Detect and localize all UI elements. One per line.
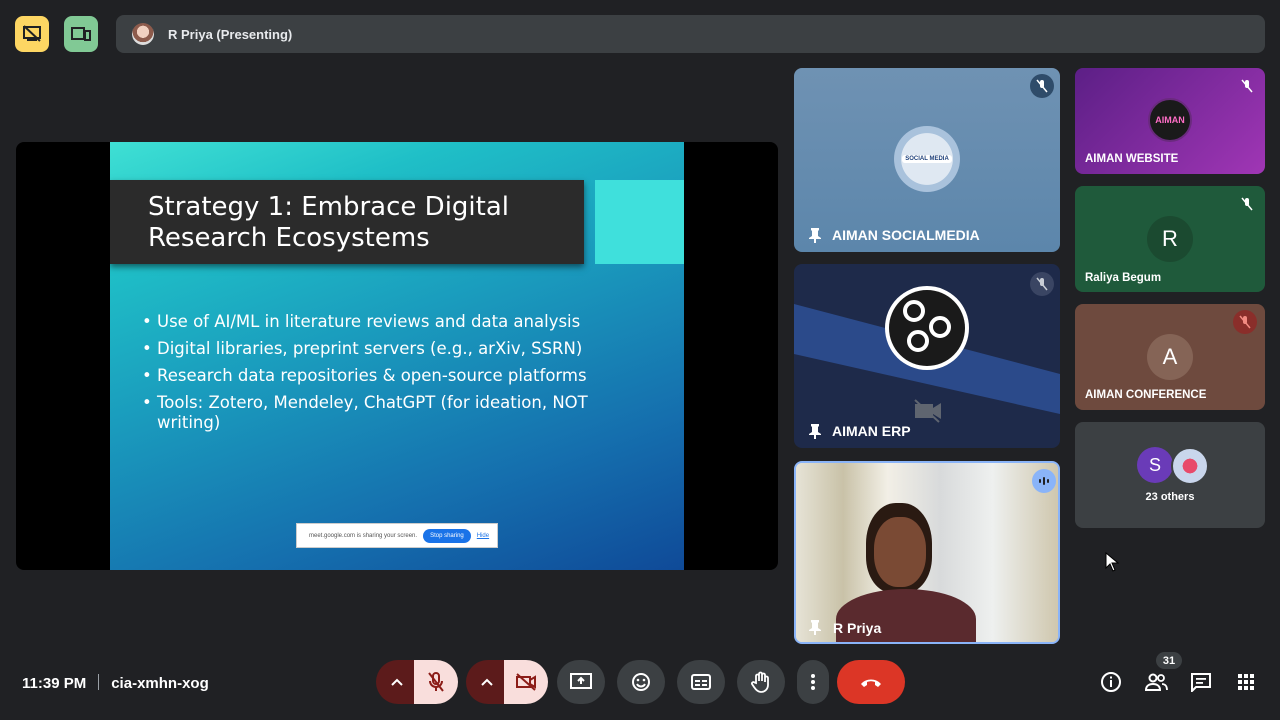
chevron-up-icon xyxy=(391,678,403,686)
mic-off-icon xyxy=(1241,79,1253,93)
participant-name: Raliya Begum xyxy=(1085,272,1162,284)
videocam-off-icon xyxy=(516,673,536,691)
chat-button[interactable] xyxy=(1189,670,1213,694)
aiman-logo: AIMAN xyxy=(1148,98,1192,142)
layout-icon xyxy=(71,27,91,41)
participant-tile-aiman-website[interactable]: AIMAN AIMAN WEBSITE xyxy=(1075,68,1265,174)
muted-indicator xyxy=(1235,74,1259,98)
divider xyxy=(98,674,100,690)
avatar: S xyxy=(1137,447,1173,483)
audio-level-icon xyxy=(1039,477,1049,485)
leave-call-button[interactable] xyxy=(837,660,905,704)
chat-icon xyxy=(1191,673,1211,692)
pin-icon xyxy=(809,228,821,243)
videocam-off-icon xyxy=(914,399,941,423)
participant-tile-raliya-begum[interactable]: R Raliya Begum xyxy=(1075,186,1265,292)
mic-off-icon xyxy=(1239,315,1251,329)
raise-hand-button[interactable] xyxy=(737,660,785,704)
participant-name: R Priya xyxy=(833,620,882,636)
people-icon xyxy=(1144,673,1168,691)
slide-title: Strategy 1: Embrace Digital Research Eco… xyxy=(148,192,509,253)
social-media-logo-text: SOCIAL MEDIA xyxy=(902,155,952,163)
slide-bullet: Digital libraries, preprint servers (e.g… xyxy=(142,339,642,359)
participant-tile-aiman-erp[interactable]: AIMAN ERP xyxy=(794,264,1060,448)
mic-off-icon xyxy=(1036,277,1048,291)
participant-tile-aiman-socialmedia[interactable]: SOCIAL MEDIA AIMAN SOCIALMEDIA xyxy=(794,68,1060,252)
avatar: R xyxy=(1147,216,1193,262)
obs-logo xyxy=(885,286,969,370)
emoji-icon xyxy=(632,673,650,691)
present-now-button[interactable] xyxy=(557,660,605,704)
hide-banner-link[interactable]: Hide xyxy=(477,533,489,539)
others-count-label: 23 others xyxy=(1145,491,1195,503)
presenter-bar: R Priya (Presenting) xyxy=(116,15,1265,53)
presenter-label: R Priya (Presenting) xyxy=(168,26,293,42)
meeting-code: cia-xmhn-xog xyxy=(111,675,209,692)
clock: 11:39 PM xyxy=(22,675,87,692)
cursor-icon xyxy=(1105,552,1119,572)
participant-name: AIMAN CONFERENCE xyxy=(1085,389,1207,401)
stop-sharing-button[interactable]: Stop sharing xyxy=(423,528,471,543)
social-media-logo: SOCIAL MEDIA xyxy=(894,126,960,192)
mic-off-icon xyxy=(1241,197,1253,211)
participant-tile-aiman-conference[interactable]: A AIMAN CONFERENCE xyxy=(1075,304,1265,410)
participant-name: AIMAN ERP xyxy=(832,423,911,439)
activities-button[interactable] xyxy=(1234,670,1258,694)
aiman-logo-text: AIMAN xyxy=(1155,115,1185,125)
more-vert-icon xyxy=(811,674,815,690)
people-button[interactable] xyxy=(1144,670,1168,694)
captions-button[interactable] xyxy=(677,660,725,704)
microphone-toggle-button[interactable] xyxy=(414,660,458,704)
screen-share-banner: meet.google.com is sharing your screen. … xyxy=(296,523,498,548)
change-layout-button[interactable] xyxy=(64,16,98,52)
stop-presenting-button[interactable] xyxy=(15,16,49,52)
others-tile[interactable]: S 23 others xyxy=(1075,422,1265,528)
slide-accent-block xyxy=(595,180,684,264)
presentation-stage[interactable]: Strategy 1: Embrace Digital Research Eco… xyxy=(16,142,778,570)
participant-name: AIMAN WEBSITE xyxy=(1085,153,1179,165)
reactions-button[interactable] xyxy=(617,660,665,704)
speaking-indicator xyxy=(1032,469,1056,493)
participant-count-badge: 31 xyxy=(1156,652,1182,669)
call-end-icon xyxy=(861,679,881,687)
info-icon xyxy=(1101,672,1121,692)
meeting-info: 11:39 PM cia-xmhn-xog xyxy=(22,674,209,692)
presentation-off-icon xyxy=(23,25,41,42)
slide: Strategy 1: Embrace Digital Research Eco… xyxy=(110,142,684,570)
muted-indicator xyxy=(1030,74,1054,98)
meeting-details-button[interactable] xyxy=(1099,670,1123,694)
pin-icon xyxy=(809,424,821,439)
presenter-avatar xyxy=(132,23,154,45)
pin-icon xyxy=(809,620,821,635)
more-options-button[interactable] xyxy=(797,660,829,704)
chevron-up-icon xyxy=(481,678,493,686)
raise-hand-icon xyxy=(751,671,769,693)
muted-indicator xyxy=(1030,272,1054,296)
slide-bullet: Research data repositories & open-source… xyxy=(142,366,642,386)
participant-tile-r-priya[interactable]: R Priya xyxy=(794,461,1060,644)
participant-name: AIMAN SOCIALMEDIA xyxy=(832,227,980,243)
share-banner-text: meet.google.com is sharing your screen. xyxy=(309,532,418,539)
camera-toggle-button[interactable] xyxy=(504,660,548,704)
mic-off-icon xyxy=(1036,79,1048,93)
audio-options-button[interactable] xyxy=(376,660,418,704)
present-screen-icon xyxy=(570,673,592,689)
slide-bullet: Use of AI/ML in literature reviews and d… xyxy=(142,312,642,332)
slide-title-box: Strategy 1: Embrace Digital Research Eco… xyxy=(110,180,584,264)
avatar xyxy=(1171,447,1209,485)
apps-grid-icon xyxy=(1238,674,1254,690)
mic-off-icon xyxy=(428,672,444,692)
muted-indicator xyxy=(1235,192,1259,216)
muted-indicator xyxy=(1233,310,1257,334)
video-options-button[interactable] xyxy=(466,660,508,704)
slide-bullet-list: Use of AI/ML in literature reviews and d… xyxy=(142,312,642,440)
captions-icon xyxy=(691,674,711,690)
avatar: A xyxy=(1147,334,1193,380)
slide-bullet: Tools: Zotero, Mendeley, ChatGPT (for id… xyxy=(142,393,642,433)
